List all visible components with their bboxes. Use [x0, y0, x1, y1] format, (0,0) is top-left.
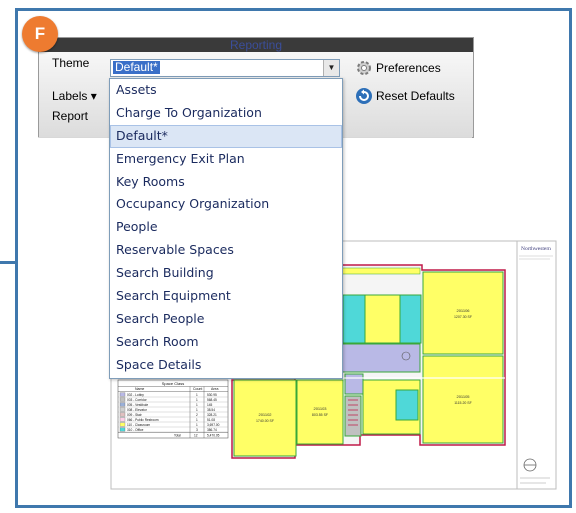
theme-option-assets[interactable]: Assets — [110, 79, 342, 102]
legend-swatch — [119, 422, 126, 427]
legend-header-name: Name — [135, 387, 144, 391]
legend-swatch — [119, 397, 126, 402]
legend-name: 009 - Stair — [127, 413, 143, 417]
room-201106[interactable] — [422, 271, 504, 355]
room-area-201103: 803.55 SF — [312, 413, 328, 417]
title-block-name: Northwestern — [521, 246, 551, 252]
legend-name: 008 - Elevator — [127, 408, 148, 412]
legend-area: 386.74 — [207, 428, 217, 432]
reset-icon — [355, 87, 373, 105]
legend-total-label: Total — [174, 434, 181, 438]
room-201102[interactable] — [233, 379, 297, 457]
legend-swatch — [119, 417, 126, 422]
legend-swatch — [119, 427, 126, 432]
theme-option-occupancy-organization[interactable]: Occupancy Organization — [110, 193, 342, 216]
room-201105[interactable] — [422, 355, 504, 444]
legend-name: 066 - Public Restroom — [127, 418, 159, 422]
reset-defaults-button[interactable]: Reset Defaults — [355, 87, 455, 105]
report-menu[interactable]: Report — [52, 109, 88, 123]
legend-name: 005 - Vestibule — [127, 403, 148, 407]
legend-count: 2 — [196, 413, 198, 417]
legend-area: 530.95 — [207, 393, 217, 397]
legend-area: 328.21 — [207, 413, 217, 417]
reset-defaults-label: Reset Defaults — [376, 89, 455, 103]
labels-menu[interactable]: Labels ▾ — [52, 89, 97, 103]
labels-menu-label: Labels — [52, 89, 88, 103]
theme-label: Theme — [52, 56, 90, 70]
theme-option-search-building[interactable]: Search Building — [110, 262, 342, 285]
step-badge: F — [22, 16, 58, 52]
room-label-201102: 201102 — [258, 412, 272, 417]
legend-header-count: Count — [193, 387, 202, 391]
theme-option-space-details[interactable]: Space Details — [110, 354, 342, 377]
legend-count: 1 — [196, 403, 198, 407]
theme-option-emergency-exit-plan[interactable]: Emergency Exit Plan — [110, 148, 342, 171]
legend-name: 003 - Corridor — [127, 398, 148, 402]
theme-option-key-rooms[interactable]: Key Rooms — [110, 171, 342, 194]
legend-count: 1 — [196, 418, 198, 422]
preferences-button[interactable]: Preferences — [355, 59, 441, 77]
room-label-201105: 201105 — [456, 394, 470, 399]
room-area-201106: 1207.30 SF — [454, 315, 472, 319]
theme-dropdown-list[interactable]: Assets Charge To Organization Default* E… — [109, 78, 343, 379]
theme-option-search-equipment[interactable]: Search Equipment — [110, 285, 342, 308]
room-office-c[interactable] — [399, 294, 422, 344]
legend-area: 38.54 — [207, 408, 215, 412]
theme-option-default[interactable]: Default* — [110, 124, 342, 148]
room-office-b[interactable] — [364, 294, 401, 344]
theme-option-charge-to-organization[interactable]: Charge To Organization — [110, 102, 342, 125]
legend-swatch — [119, 402, 126, 407]
legend-count: 1 — [196, 408, 198, 412]
legend-swatch — [119, 392, 126, 397]
space-class-legend: Space Class Name Count Area 002 - Lobby 1… — [117, 379, 229, 439]
legend-title: Space Class — [162, 381, 184, 386]
legend-total-count: 12 — [194, 434, 198, 438]
legend-name: 310 - Office — [127, 428, 144, 432]
legend-swatch — [119, 407, 126, 412]
legend-count: 1 — [196, 423, 198, 427]
legend-count: 1 — [196, 398, 198, 402]
theme-selected-value: Default* — [113, 60, 160, 74]
room-area-201102: 1740.00 SF — [256, 419, 274, 423]
legend-area: 51.08 — [207, 418, 215, 422]
legend-area: 568.45 — [207, 398, 217, 402]
room-office-a[interactable] — [342, 294, 366, 344]
room-stair[interactable] — [344, 395, 362, 437]
room-201103[interactable] — [296, 379, 344, 445]
legend-count: 1 — [196, 393, 198, 397]
room-area-201105: 1115.20 SF — [454, 401, 472, 405]
theme-select[interactable]: Default* ▼ — [110, 59, 340, 77]
theme-option-reservable-spaces[interactable]: Reservable Spaces — [110, 239, 342, 262]
room-lobby[interactable] — [341, 343, 421, 373]
preferences-label: Preferences — [376, 61, 441, 75]
gear-icon — [355, 59, 373, 77]
room-label-201103: 201103 — [313, 406, 327, 411]
legend-total-area: 5,470.05 — [207, 434, 220, 438]
legend-area: 145 — [207, 403, 213, 407]
legend-name: 110 - Classroom — [127, 423, 150, 427]
legend-count: 3 — [196, 428, 198, 432]
legend-swatch — [119, 412, 126, 417]
legend-header-area: Area — [211, 387, 218, 391]
legend-name: 002 - Lobby — [127, 393, 144, 397]
legend-area: 3,697.00 — [207, 423, 220, 427]
room-label-201106: 201106 — [456, 308, 470, 313]
theme-option-search-people[interactable]: Search People — [110, 308, 342, 331]
panel-header: Reporting — [39, 38, 473, 52]
chevron-down-icon[interactable]: ▼ — [323, 60, 339, 76]
theme-option-people[interactable]: People — [110, 216, 342, 239]
theme-option-search-room[interactable]: Search Room — [110, 331, 342, 354]
